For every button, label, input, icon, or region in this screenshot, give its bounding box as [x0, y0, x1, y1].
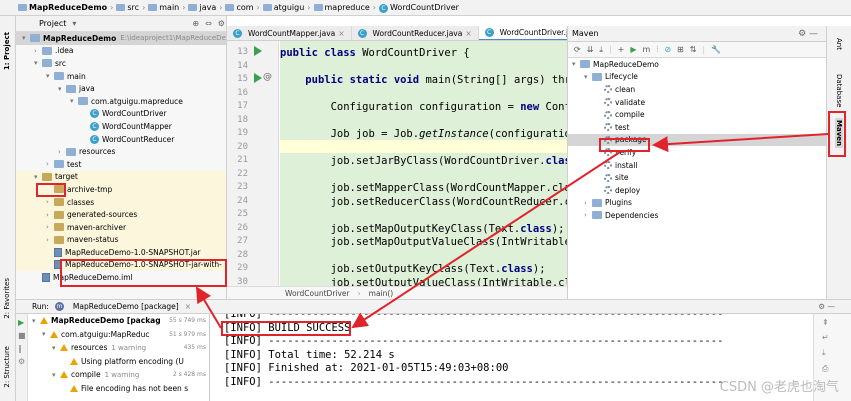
arrow-maven-to-package: [652, 133, 829, 153]
arrow-package-to-success: [351, 151, 621, 329]
watermark: CSDN @老虎也淘气: [719, 380, 839, 395]
annotation-arrows: [195, 133, 829, 329]
arrow-success-to-jar: [195, 286, 222, 329]
